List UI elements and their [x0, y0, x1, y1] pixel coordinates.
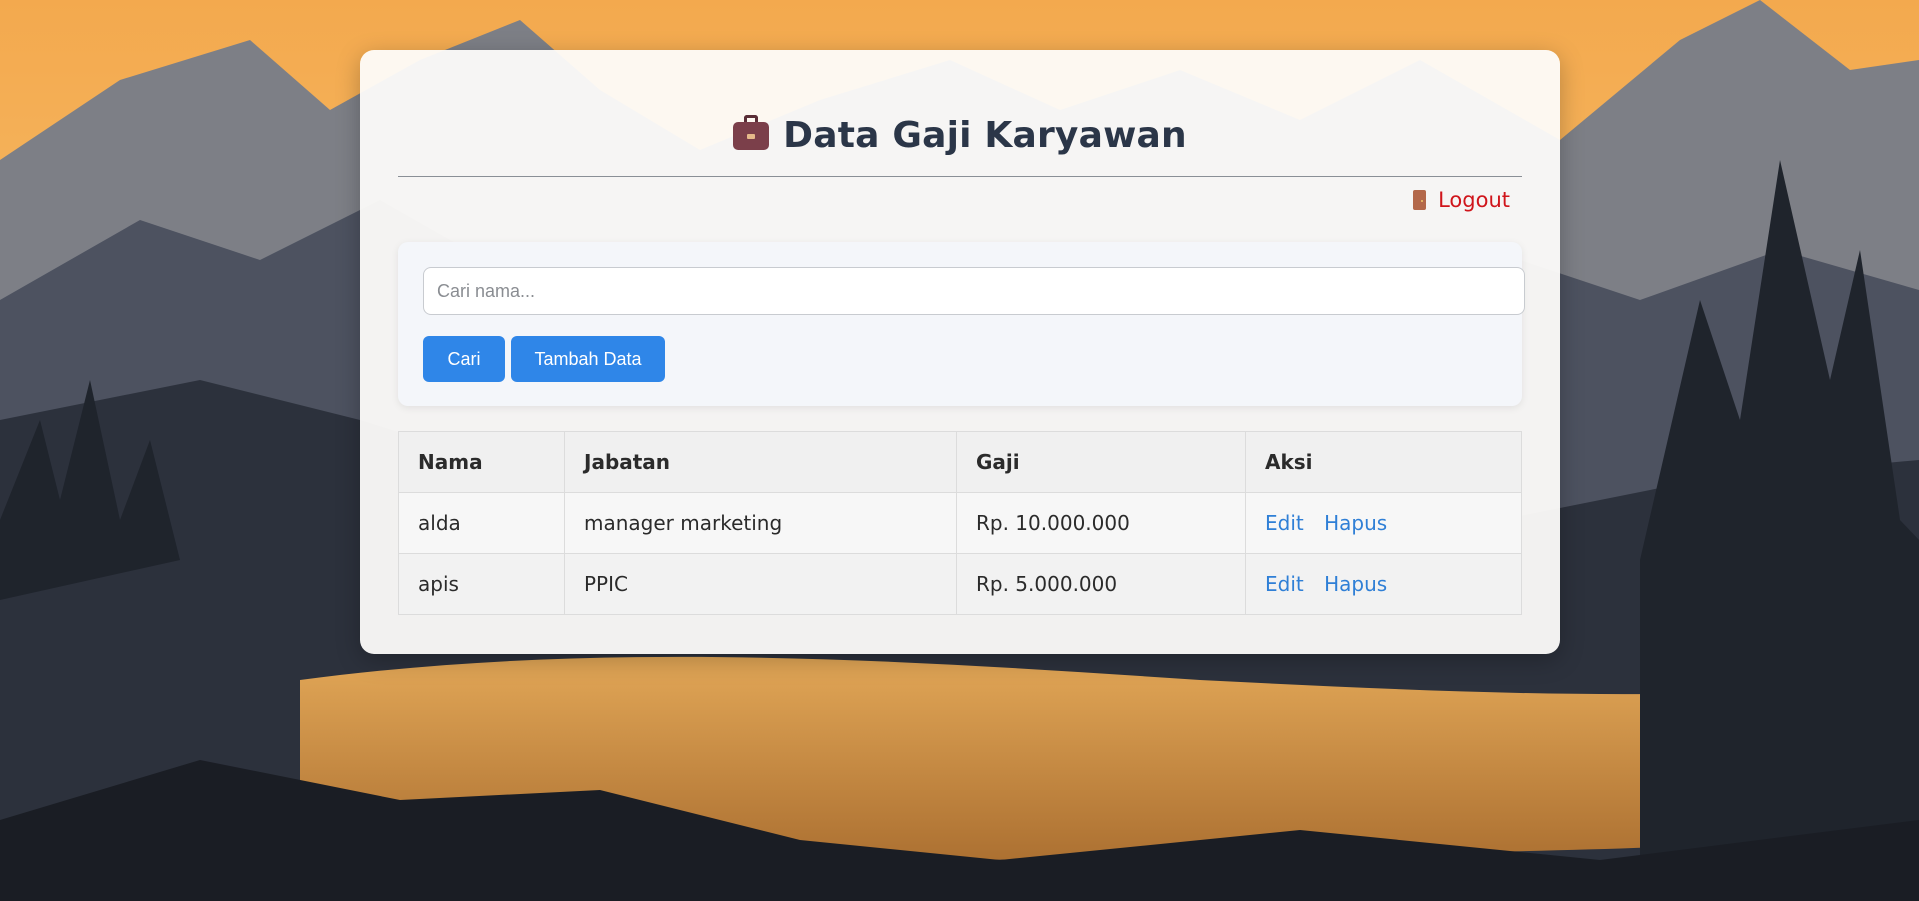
- door-icon: [1413, 190, 1427, 210]
- edit-link[interactable]: Edit: [1265, 511, 1304, 535]
- delete-link[interactable]: Hapus: [1324, 511, 1387, 535]
- page-title-text: Data Gaji Karyawan: [783, 115, 1187, 156]
- briefcase-icon: [733, 115, 770, 150]
- table-row: alda manager marketing Rp. 10.000.000 Ed…: [398, 492, 1522, 554]
- cell-gaji: Rp. 10.000.000: [956, 492, 1246, 554]
- logout-link[interactable]: Logout: [1413, 188, 1510, 212]
- search-button[interactable]: Cari: [423, 336, 505, 382]
- header-jabatan: Jabatan: [564, 431, 957, 493]
- delete-link[interactable]: Hapus: [1324, 572, 1387, 596]
- header-nama: Nama: [398, 431, 565, 493]
- main-card: Data Gaji Karyawan Logout Cari Tambah Da…: [360, 50, 1560, 654]
- cell-nama: apis: [398, 553, 565, 615]
- cell-aksi: Edit Hapus: [1245, 553, 1522, 615]
- title-divider: [398, 176, 1522, 177]
- logout-label: Logout: [1438, 188, 1510, 212]
- table-row: apis PPIC Rp. 5.000.000 Edit Hapus: [398, 553, 1522, 615]
- edit-link[interactable]: Edit: [1265, 572, 1304, 596]
- cell-jabatan: manager marketing: [564, 492, 957, 554]
- search-input[interactable]: [423, 267, 1525, 315]
- table-header-row: Nama Jabatan Gaji Aksi: [398, 431, 1522, 493]
- cell-gaji: Rp. 5.000.000: [956, 553, 1246, 615]
- header-gaji: Gaji: [956, 431, 1246, 493]
- cell-jabatan: PPIC: [564, 553, 957, 615]
- salary-table: Nama Jabatan Gaji Aksi alda manager mark…: [398, 431, 1522, 615]
- cell-nama: alda: [398, 492, 565, 554]
- header-aksi: Aksi: [1245, 431, 1522, 493]
- search-panel: Cari Tambah Data: [398, 242, 1525, 406]
- cell-aksi: Edit Hapus: [1245, 492, 1522, 554]
- add-data-button[interactable]: Tambah Data: [511, 336, 665, 382]
- page-title: Data Gaji Karyawan: [398, 115, 1522, 156]
